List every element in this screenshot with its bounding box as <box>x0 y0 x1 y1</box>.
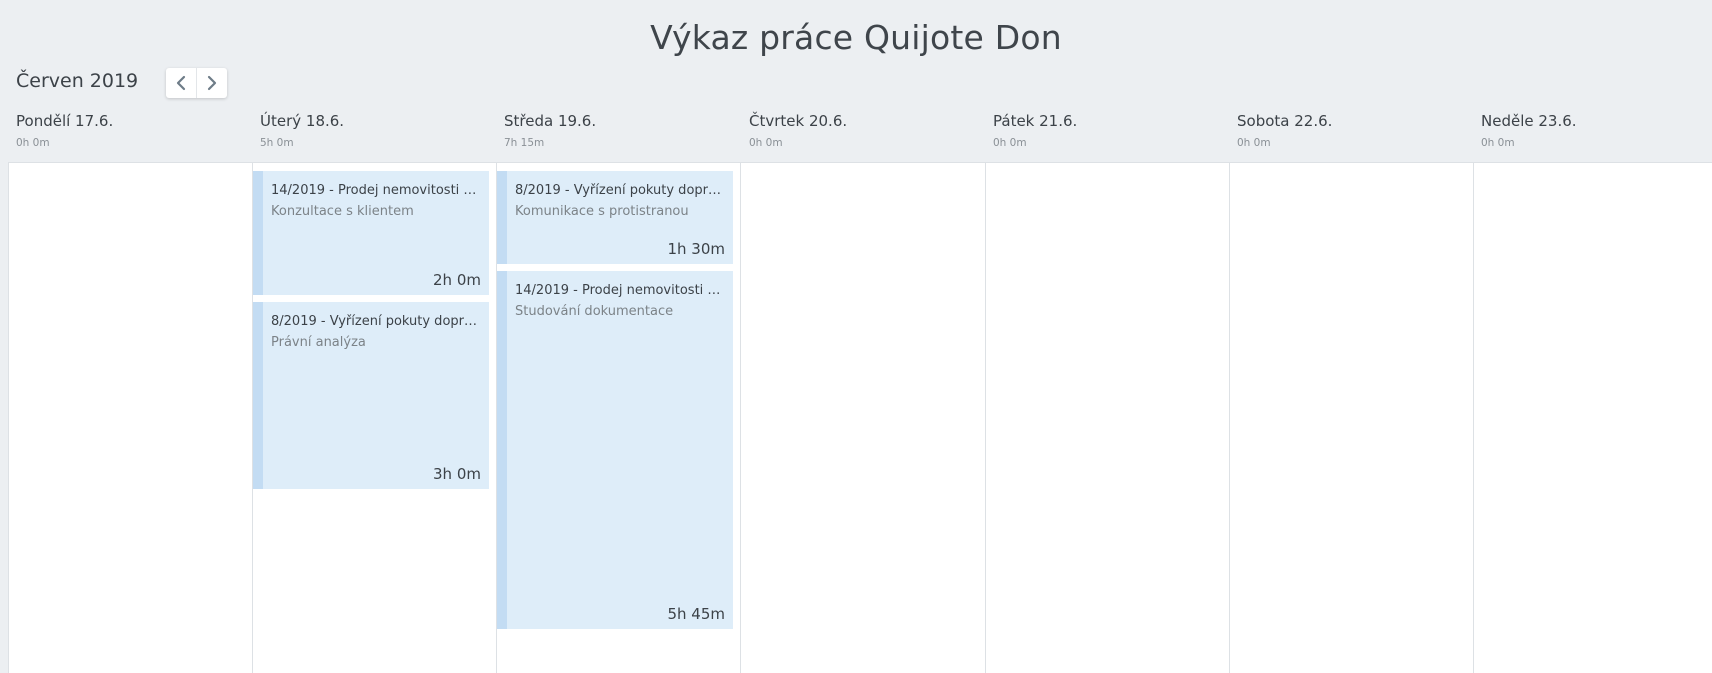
day-total: 5h 0m <box>260 137 294 149</box>
entry-duration: 5h 45m <box>667 605 725 623</box>
day-name: Sobota 22.6. <box>1237 112 1333 130</box>
day-header-tuesday: Úterý 18.6. 5h 0m <box>260 112 490 149</box>
time-entry-card[interactable]: 14/2019 - Prodej nemovitosti 3... Konzul… <box>253 171 489 295</box>
day-header-monday: Pondělí 17.6. 0h 0m <box>16 112 246 149</box>
week-navigation <box>166 68 227 98</box>
day-name: Středa 19.6. <box>504 112 597 130</box>
day-header-friday: Pátek 21.6. 0h 0m <box>993 112 1223 149</box>
time-entry-card[interactable]: 14/2019 - Prodej nemovitosti 3... Studov… <box>497 271 733 629</box>
day-name: Pondělí 17.6. <box>16 112 114 130</box>
day-name: Úterý 18.6. <box>260 112 345 130</box>
entry-case-title: 14/2019 - Prodej nemovitosti 3... <box>515 283 727 298</box>
day-name: Neděle 23.6. <box>1481 112 1577 130</box>
previous-week-button[interactable] <box>166 68 196 98</box>
chevron-right-icon <box>207 75 217 91</box>
day-total: 0h 0m <box>1237 137 1271 149</box>
entry-activity: Právní analýza <box>271 335 366 350</box>
week-grid: 14/2019 - Prodej nemovitosti 3... Konzul… <box>8 162 1712 673</box>
time-entry-card[interactable]: 8/2019 - Vyřízení pokuty doprav... Právn… <box>253 302 489 489</box>
page-title: Výkaz práce Quijote Don <box>650 18 1062 57</box>
entry-duration: 2h 0m <box>433 271 481 289</box>
next-week-button[interactable] <box>196 68 227 98</box>
entry-activity: Komunikace s protistranou <box>515 204 689 219</box>
day-total: 0h 0m <box>749 137 783 149</box>
month-label: Červen 2019 <box>16 70 139 92</box>
day-header-sunday: Neděle 23.6. 0h 0m <box>1481 112 1711 149</box>
time-entry-card[interactable]: 8/2019 - Vyřízení pokuty doprav... Komun… <box>497 171 733 264</box>
entry-case-title: 14/2019 - Prodej nemovitosti 3... <box>271 183 483 198</box>
day-total: 0h 0m <box>1481 137 1515 149</box>
day-column-sunday[interactable] <box>1473 163 1712 673</box>
day-header-thursday: Čtvrtek 20.6. 0h 0m <box>749 112 979 149</box>
day-total: 0h 0m <box>993 137 1027 149</box>
day-name: Čtvrtek 20.6. <box>749 112 848 130</box>
day-name: Pátek 21.6. <box>993 112 1078 130</box>
day-total: 7h 15m <box>504 137 545 149</box>
day-column-friday[interactable] <box>985 163 1229 673</box>
day-total: 0h 0m <box>16 137 50 149</box>
entry-duration: 1h 30m <box>667 240 725 258</box>
day-column-monday[interactable] <box>8 163 252 673</box>
entry-activity: Konzultace s klientem <box>271 204 414 219</box>
day-header-saturday: Sobota 22.6. 0h 0m <box>1237 112 1467 149</box>
day-column-thursday[interactable] <box>740 163 984 673</box>
entry-case-title: 8/2019 - Vyřízení pokuty doprav... <box>515 183 727 198</box>
entry-activity: Studování dokumentace <box>515 304 674 319</box>
entry-case-title: 8/2019 - Vyřízení pokuty doprav... <box>271 314 483 329</box>
day-header-wednesday: Středa 19.6. 7h 15m <box>504 112 734 149</box>
chevron-left-icon <box>176 75 186 91</box>
entry-duration: 3h 0m <box>433 465 481 483</box>
day-column-wednesday[interactable]: 8/2019 - Vyřízení pokuty doprav... Komun… <box>496 163 740 673</box>
day-column-saturday[interactable] <box>1229 163 1473 673</box>
day-column-tuesday[interactable]: 14/2019 - Prodej nemovitosti 3... Konzul… <box>252 163 496 673</box>
